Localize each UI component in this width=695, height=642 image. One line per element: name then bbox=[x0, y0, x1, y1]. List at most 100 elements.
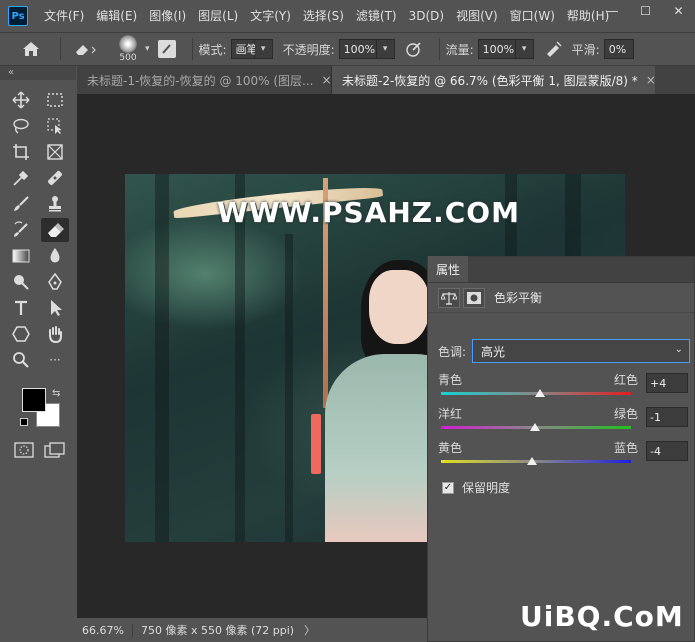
menu-layer[interactable]: 图层(L) bbox=[192, 0, 244, 32]
balance-scale-icon[interactable] bbox=[438, 287, 460, 308]
figure-face bbox=[369, 270, 429, 344]
cyan-label: 青色 bbox=[438, 373, 463, 387]
adjustment-title: 色彩平衡 bbox=[494, 291, 543, 305]
path-selection-tool-icon[interactable] bbox=[41, 296, 69, 320]
magenta-green-value[interactable]: -1 bbox=[646, 407, 688, 427]
divider bbox=[191, 38, 193, 60]
preserve-luminosity-checkbox[interactable]: ✓ bbox=[442, 481, 454, 494]
marquee-tool-icon[interactable] bbox=[41, 88, 69, 112]
clone-stamp-tool-icon[interactable] bbox=[41, 192, 69, 216]
brush-tool-icon[interactable] bbox=[7, 192, 35, 216]
swap-colors-icon[interactable]: ⇆ bbox=[52, 388, 60, 399]
close-window-button[interactable]: ✕ bbox=[662, 0, 695, 22]
crop-tool-icon[interactable] bbox=[7, 140, 35, 164]
pen-tool-icon[interactable] bbox=[41, 270, 69, 294]
layer-mask-icon[interactable] bbox=[463, 287, 485, 308]
flow-chevron-icon[interactable]: ▾ bbox=[515, 39, 534, 59]
background-tree bbox=[285, 234, 293, 542]
airbrush-icon[interactable] bbox=[544, 41, 562, 57]
menu-select[interactable]: 选择(S) bbox=[297, 0, 350, 32]
mode-select-chevron-icon[interactable]: ▾ bbox=[254, 39, 273, 59]
brush-size-value: 500 bbox=[119, 53, 137, 63]
brush-settings-icon[interactable] bbox=[157, 40, 176, 58]
background-tree bbox=[155, 174, 169, 542]
menu-edit[interactable]: 编辑(E) bbox=[90, 0, 143, 32]
status-bar: 66.67% 750 像素 x 550 像素 (72 ppi) 〉 bbox=[77, 618, 427, 642]
menu-bar: Ps 文件(F) 编辑(E) 图像(I) 图层(L) 文字(Y) 选择(S) 滤… bbox=[0, 0, 695, 32]
yellow-blue-value[interactable]: -4 bbox=[646, 441, 688, 461]
mode-select[interactable]: 画笔 bbox=[230, 39, 258, 59]
brush-size-picker[interactable]: 500 bbox=[111, 35, 145, 63]
frame-tool-icon[interactable] bbox=[41, 140, 69, 164]
menu-window[interactable]: 窗口(W) bbox=[504, 0, 561, 32]
menu-filter[interactable]: 滤镜(T) bbox=[350, 0, 403, 32]
cyan-red-thumb[interactable] bbox=[534, 389, 545, 397]
opacity-chevron-icon[interactable]: ▾ bbox=[376, 39, 395, 59]
minimize-button[interactable]: — bbox=[596, 0, 629, 22]
screen-mode-icon[interactable] bbox=[44, 442, 66, 458]
divider bbox=[438, 38, 440, 60]
zoom-level[interactable]: 66.67% bbox=[77, 623, 133, 637]
tab-document-2[interactable]: 未标题-2-恢复的 @ 66.7% (色彩平衡 1, 图层蒙版/8) * × bbox=[332, 66, 655, 94]
image-watermark: WWW.PSAHZ.COM bbox=[217, 196, 520, 229]
smoothing-input[interactable]: 0% bbox=[603, 39, 634, 59]
eraser-tool-icon[interactable] bbox=[41, 218, 69, 242]
adjustment-header: 色彩平衡 bbox=[428, 283, 694, 313]
site-watermark: UiBQ.CoM bbox=[520, 600, 684, 633]
close-tab-icon[interactable]: × bbox=[638, 73, 655, 87]
blur-tool-icon[interactable] bbox=[41, 244, 69, 268]
move-tool-icon[interactable] bbox=[7, 88, 35, 112]
tone-select[interactable]: 高光 ⌄ bbox=[472, 339, 691, 363]
history-brush-tool-icon[interactable] bbox=[7, 218, 35, 242]
opacity-input[interactable]: 100% bbox=[338, 39, 377, 59]
tools-panel: « ··· ⇆ bbox=[0, 66, 76, 642]
chevron-down-icon[interactable]: ▾ bbox=[145, 44, 150, 54]
more-tools-icon[interactable]: ··· bbox=[41, 348, 69, 372]
eyedropper-tool-icon[interactable] bbox=[7, 166, 35, 190]
menu-type[interactable]: 文字(Y) bbox=[244, 0, 297, 32]
smoothing-label: 平滑: bbox=[571, 42, 600, 57]
tone-row: 色调: 高光 ⌄ bbox=[438, 339, 691, 363]
dodge-tool-icon[interactable] bbox=[7, 270, 35, 294]
tab-properties[interactable]: 属性 bbox=[428, 256, 469, 282]
gradient-tool-icon[interactable] bbox=[7, 244, 35, 268]
pressure-opacity-icon[interactable] bbox=[405, 41, 423, 57]
home-icon[interactable] bbox=[22, 41, 40, 57]
blue-label: 蓝色 bbox=[614, 441, 639, 455]
close-tab-icon[interactable]: × bbox=[314, 73, 331, 87]
foreground-color[interactable] bbox=[22, 388, 46, 412]
menu-file[interactable]: 文件(F) bbox=[38, 0, 90, 32]
menu-3d[interactable]: 3D(D) bbox=[403, 0, 450, 32]
photoshop-logo: Ps bbox=[8, 6, 28, 26]
preserve-luminosity-row[interactable]: ✓ 保留明度 bbox=[442, 479, 510, 496]
menu-image[interactable]: 图像(I) bbox=[143, 0, 192, 32]
tab-document-1[interactable]: 未标题-1-恢复的-恢复的 @ 100% (图层... × bbox=[77, 66, 332, 94]
menu-view[interactable]: 视图(V) bbox=[450, 0, 504, 32]
yellow-blue-thumb[interactable] bbox=[527, 457, 538, 465]
chevron-down-icon: ⌄ bbox=[674, 344, 684, 355]
healing-brush-tool-icon[interactable] bbox=[41, 166, 69, 190]
maximize-button[interactable]: ☐ bbox=[629, 0, 662, 22]
hand-tool-icon[interactable] bbox=[41, 322, 69, 346]
zoom-tool-icon[interactable] bbox=[7, 348, 35, 372]
type-tool-icon[interactable] bbox=[7, 296, 35, 320]
document-tabs: 未标题-1-恢复的-恢复的 @ 100% (图层... × 未标题-2-恢复的 … bbox=[77, 66, 695, 94]
flow-input[interactable]: 100% bbox=[477, 39, 516, 59]
object-selection-tool-icon[interactable] bbox=[41, 114, 69, 138]
flow-label: 流量: bbox=[445, 42, 474, 57]
tone-label: 色调: bbox=[438, 344, 467, 359]
quick-mask-icon[interactable] bbox=[14, 442, 34, 458]
cyan-red-slider: 青色 红色 +4 bbox=[438, 371, 688, 405]
default-colors-icon[interactable] bbox=[20, 418, 28, 426]
collapse-panel-icon[interactable]: « bbox=[0, 66, 76, 80]
eraser-tool-preset-icon[interactable] bbox=[73, 41, 97, 57]
shape-tool-icon[interactable] bbox=[7, 322, 35, 346]
cyan-red-value[interactable]: +4 bbox=[646, 373, 688, 393]
status-menu-chevron-icon[interactable]: 〉 bbox=[304, 622, 315, 638]
magenta-label: 洋红 bbox=[438, 407, 463, 421]
yellow-blue-slider: 黄色 蓝色 -4 bbox=[438, 439, 688, 473]
window-controls: — ☐ ✕ bbox=[596, 0, 695, 22]
properties-header: 属性 bbox=[428, 256, 694, 283]
magenta-green-thumb[interactable] bbox=[530, 423, 541, 431]
lasso-tool-icon[interactable] bbox=[7, 114, 35, 138]
